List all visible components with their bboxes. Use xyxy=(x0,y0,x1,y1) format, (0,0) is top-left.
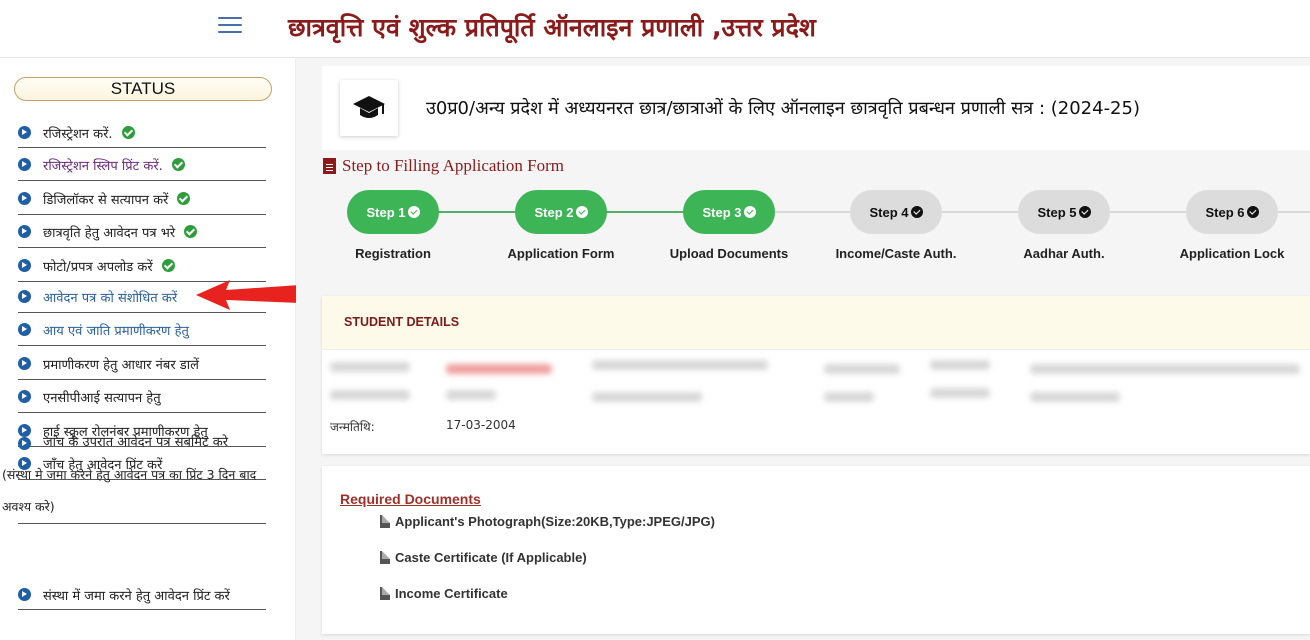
check-icon xyxy=(121,126,135,139)
sidebar-item-label: एनसीपीआई सत्यापन हेतु xyxy=(43,390,161,406)
step-badge-label: Step 5 xyxy=(1037,204,1077,220)
hamburger-icon[interactable] xyxy=(218,17,242,35)
sidebar-item-print-final[interactable]: संस्था में जमा करने हेतु आवेदन प्रिंट कर… xyxy=(18,580,266,610)
step-badge-label: Step 2 xyxy=(534,204,574,220)
check-icon xyxy=(161,259,175,272)
check-circle-icon xyxy=(1246,206,1259,218)
file-icon xyxy=(380,587,390,600)
blurred-field xyxy=(1030,392,1120,402)
step-badge-4: Step 4 xyxy=(850,190,942,234)
check-icon xyxy=(184,225,198,238)
bullet-icon xyxy=(18,192,31,205)
required-doc-label: Income Certificate xyxy=(395,586,508,601)
portal-title: उ0प्र0/अन्य प्रदेश में अध्ययनरत छात्र/छा… xyxy=(426,98,1140,119)
file-icon xyxy=(380,515,390,528)
step-badge-label: Step 3 xyxy=(702,204,742,220)
sidebar-item-label: फोटो/प्रपत्र अपलोड करें xyxy=(43,259,153,275)
top-bar: छात्रवृत्ति एवं शुल्क प्रतिपूर्ति ऑनलाइन… xyxy=(0,0,1310,58)
step-badge-3: Step 3 xyxy=(683,190,775,234)
sidebar-item-label: डिजिलॉकर से सत्यापन करें xyxy=(43,192,169,208)
dob-value: 17-03-2004 xyxy=(446,418,516,432)
sidebar-item-label: रजिस्ट्रेशन स्लिप प्रिंट करें. xyxy=(43,158,163,174)
step-badge-label: Step 1 xyxy=(366,204,406,220)
step-label-5: Aadhar Auth. xyxy=(1023,246,1105,261)
bullet-icon xyxy=(18,436,31,450)
blurred-field xyxy=(1030,364,1300,374)
graduation-cap-icon xyxy=(340,80,398,136)
status-heading: STATUS xyxy=(14,77,272,101)
sidebar-item-digilocker[interactable]: डिजिलॉकर से सत्यापन करें xyxy=(18,183,266,215)
blurred-field xyxy=(592,392,702,402)
sidebar-item-npci-verify[interactable]: एनसीपीआई सत्यापन हेतु xyxy=(18,381,266,413)
step-label-3: Upload Documents xyxy=(669,246,789,261)
bullet-icon xyxy=(18,290,31,303)
sidebar-item-label: रजिस्ट्रेशन करें. xyxy=(43,126,113,142)
required-doc-item: Caste Certificate (If Applicable) xyxy=(380,550,587,565)
check-icon xyxy=(177,192,191,205)
blurred-field xyxy=(330,390,410,400)
step-badge-label: Step 6 xyxy=(1205,204,1245,220)
bullet-icon xyxy=(18,390,31,403)
blurred-field xyxy=(330,362,410,372)
blurred-field xyxy=(824,364,900,374)
sidebar-item-income-caste-auth[interactable]: आय एवं जाति प्रमाणीकरण हेतु xyxy=(18,314,266,346)
blurred-field xyxy=(592,360,768,370)
file-icon xyxy=(380,551,390,564)
sidebar-item-label: आय एवं जाति प्रमाणीकरण हेतु xyxy=(43,323,189,339)
sidebar-item-aadhar-number[interactable]: प्रमाणीकरण हेतु आधार नंबर डालें xyxy=(18,348,266,380)
bullet-icon xyxy=(18,158,31,171)
step-badge-6: Step 6 xyxy=(1186,190,1278,234)
blurred-field xyxy=(824,392,874,402)
blurred-field xyxy=(446,390,496,400)
step-badge-2: Step 2 xyxy=(515,190,607,234)
step-label-4: Income/Caste Auth. xyxy=(835,246,957,261)
required-doc-item: Income Certificate xyxy=(380,586,508,601)
step-label-6: Application Lock xyxy=(1179,246,1285,261)
check-icon xyxy=(171,158,185,171)
submit-note: (संस्था मे जमा करने हेतु आवेदन पत्र का प… xyxy=(2,467,257,514)
sidebar-item-registration[interactable]: रजिस्ट्रेशन करें. xyxy=(18,118,266,148)
bullet-icon xyxy=(18,323,31,336)
sidebar-item-registration-slip[interactable]: रजिस्ट्रेशन स्लिप प्रिंट करें. xyxy=(18,149,266,181)
sidebar-item-label: जांच के उपरांत आवेदन पत्र सबमिट करे xyxy=(43,435,229,450)
step-label-2: Application Form xyxy=(507,246,615,261)
check-circle-icon xyxy=(743,206,756,218)
steps-heading-text: Step to Filling Application Form xyxy=(342,156,564,175)
blurred-field xyxy=(446,364,552,374)
blurred-field xyxy=(930,388,990,398)
sidebar-item-submit[interactable]: जांच के उपरांत आवेदन पत्र सबमिट करे (संस… xyxy=(2,427,266,524)
sidebar-item-label: छात्रवृति हेतु आवेदन पत्र भरे xyxy=(43,225,176,241)
sidebar-item-label: आवेदन पत्र को संशोधित करें xyxy=(43,290,178,306)
bullet-icon xyxy=(18,259,31,272)
sidebar-item-application-form[interactable]: छात्रवृति हेतु आवेदन पत्र भरे xyxy=(18,216,266,248)
blurred-field xyxy=(930,360,990,370)
required-doc-label: Applicant's Photograph(Size:20KB,Type:JP… xyxy=(395,514,715,529)
bullet-icon xyxy=(18,225,31,238)
check-circle-icon xyxy=(575,206,588,218)
red-arrow-icon xyxy=(196,280,300,310)
sidebar-item-label: संस्था में जमा करने हेतु आवेदन प्रिंट कर… xyxy=(43,588,230,604)
required-doc-item: Applicant's Photograph(Size:20KB,Type:JP… xyxy=(380,514,715,529)
student-details-title: STUDENT DETAILS xyxy=(344,315,460,329)
steps-heading: Step to Filling Application Form xyxy=(323,156,564,176)
required-doc-label: Caste Certificate (If Applicable) xyxy=(395,550,587,565)
dob-label: जन्मतिथि: xyxy=(330,420,375,434)
step-badge-label: Step 4 xyxy=(869,204,909,220)
step-badge-1: Step 1 xyxy=(347,190,439,234)
bullet-icon xyxy=(18,357,31,370)
bullet-icon xyxy=(18,126,31,139)
required-documents-title[interactable]: Required Documents xyxy=(340,491,481,507)
check-circle-icon xyxy=(407,206,420,218)
sidebar-item-photo-upload[interactable]: फोटो/प्रपत्र अपलोड करें xyxy=(18,250,266,282)
step-label-1: Registration xyxy=(355,246,431,261)
check-circle-icon xyxy=(1078,206,1091,218)
site-title: छात्रवृत्ति एवं शुल्क प्रतिपूर्ति ऑनलाइन… xyxy=(288,13,816,42)
student-details-header: STUDENT DETAILS xyxy=(322,296,1310,350)
bullet-icon xyxy=(18,588,31,601)
sidebar-item-label: प्रमाणीकरण हेतु आधार नंबर डालें xyxy=(43,357,199,373)
step-badge-5: Step 5 xyxy=(1018,190,1110,234)
check-circle-icon xyxy=(910,206,923,218)
document-icon xyxy=(323,158,336,174)
